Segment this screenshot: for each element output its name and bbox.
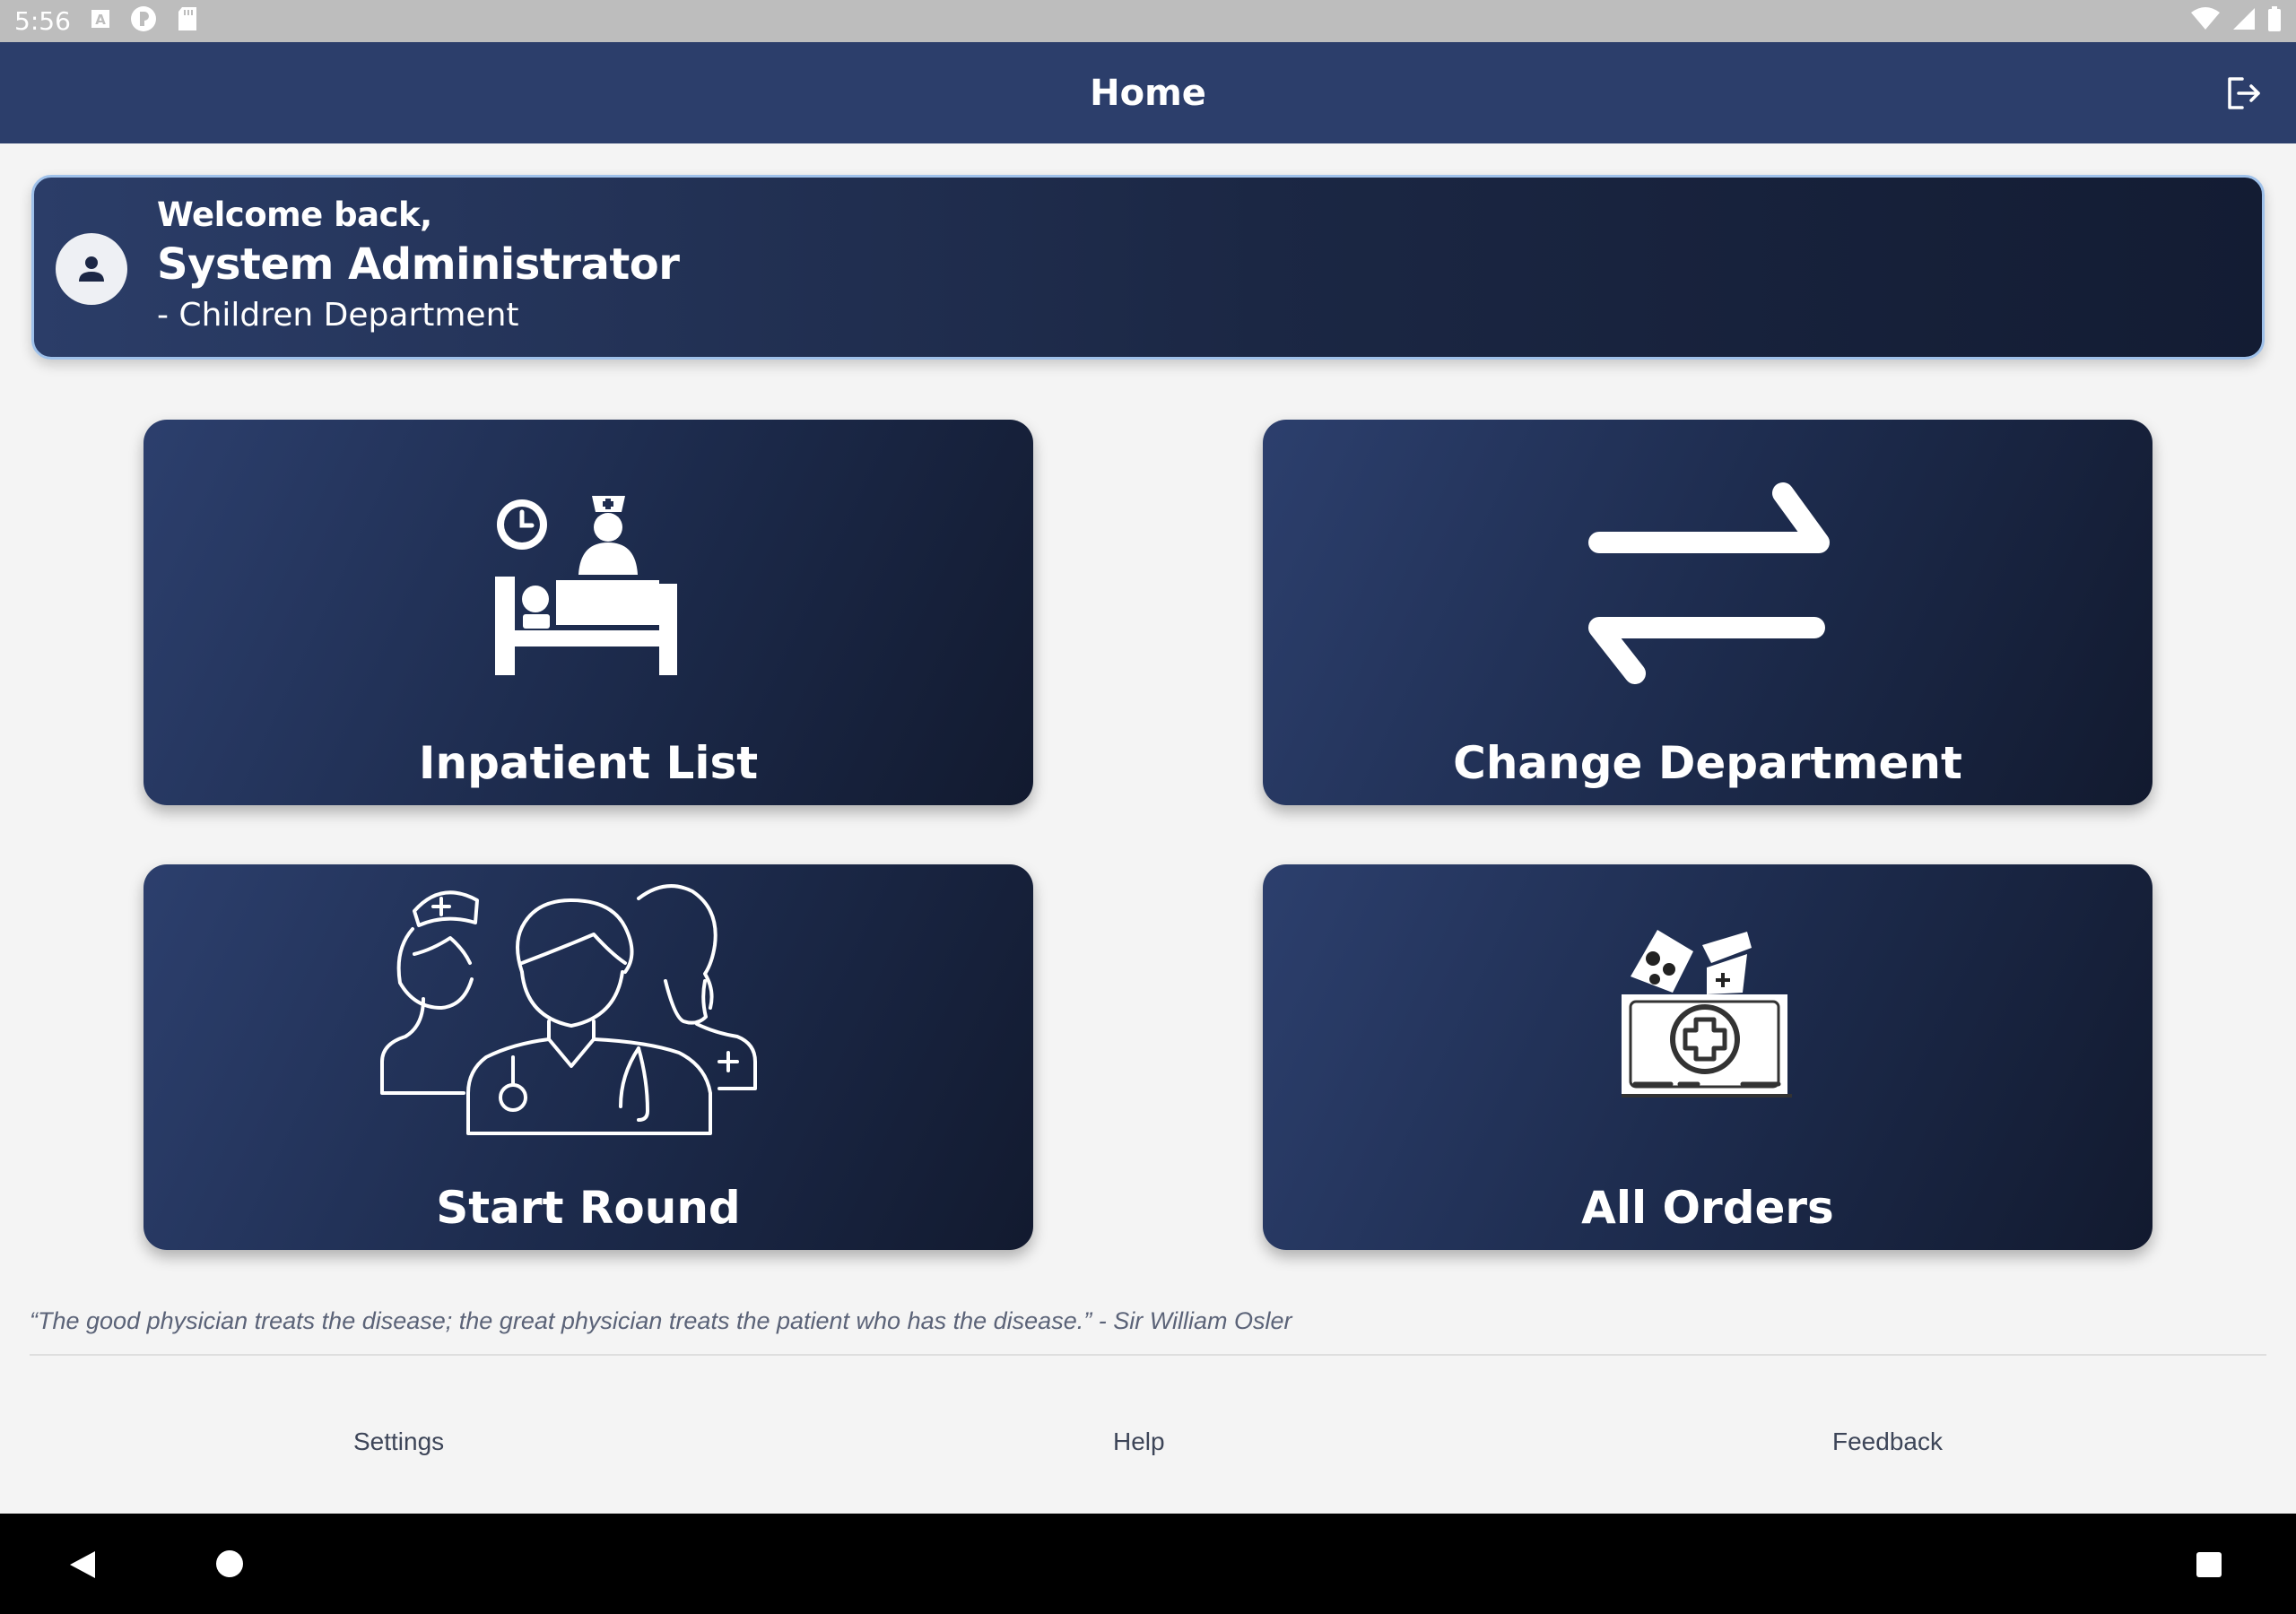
welcome-card: Welcome back, System Administrator - Chi…: [31, 175, 2265, 360]
system-navigation-bar: [0, 1514, 2296, 1614]
swap-arrows-icon: [1588, 482, 1830, 684]
page-title: Home: [1090, 72, 1206, 114]
user-department: - Children Department: [157, 297, 519, 334]
status-left: 5:56 A: [14, 5, 198, 37]
sd-card-icon: [177, 6, 198, 36]
medicine-bag-icon: [1622, 930, 1792, 1098]
start-round-tile[interactable]: Start Round: [144, 864, 1033, 1250]
svg-text:A: A: [95, 12, 106, 28]
back-button[interactable]: [68, 1549, 97, 1584]
app-bar: Home: [0, 42, 2296, 143]
hospital-bed-icon: [495, 496, 677, 675]
wifi-icon: [2190, 7, 2221, 35]
recents-icon: [2196, 1552, 2222, 1577]
feedback-link[interactable]: Feedback: [1832, 1427, 1943, 1456]
back-icon: [70, 1551, 95, 1578]
welcome-text: Welcome back, System Administrator - Chi…: [157, 195, 680, 334]
user-name: System Administrator: [157, 239, 680, 290]
logout-button[interactable]: [2224, 74, 2264, 113]
all-orders-tile[interactable]: All Orders: [1263, 864, 2152, 1250]
tile-label: Inpatient List: [418, 737, 759, 789]
medical-team-icon: [380, 884, 757, 1135]
logout-icon: [2228, 77, 2260, 109]
status-bar: 5:56 A: [0, 0, 2296, 42]
avatar: [56, 233, 127, 305]
battery-icon: [2267, 6, 2282, 36]
divider: [30, 1354, 2266, 1356]
recents-button[interactable]: [2196, 1551, 2222, 1583]
welcome-greeting: Welcome back,: [157, 195, 432, 234]
inpatient-list-tile[interactable]: Inpatient List: [144, 420, 1033, 805]
status-right: [2190, 6, 2282, 36]
tile-label: Change Department: [1453, 737, 1962, 789]
settings-link[interactable]: Settings: [353, 1427, 444, 1456]
status-time: 5:56: [14, 6, 71, 36]
help-link[interactable]: Help: [1113, 1427, 1165, 1456]
tile-label: All Orders: [1581, 1182, 1834, 1234]
tile-label: Start Round: [436, 1182, 741, 1234]
home-button[interactable]: [215, 1549, 244, 1583]
person-icon: [79, 256, 104, 282]
p-app-icon: [130, 5, 157, 37]
quote-text: “The good physician treats the disease; …: [30, 1307, 1292, 1334]
signal-icon: [2231, 6, 2257, 36]
change-department-tile[interactable]: Change Department: [1263, 420, 2152, 805]
a-notification-icon: A: [91, 9, 110, 33]
home-icon: [216, 1550, 243, 1577]
